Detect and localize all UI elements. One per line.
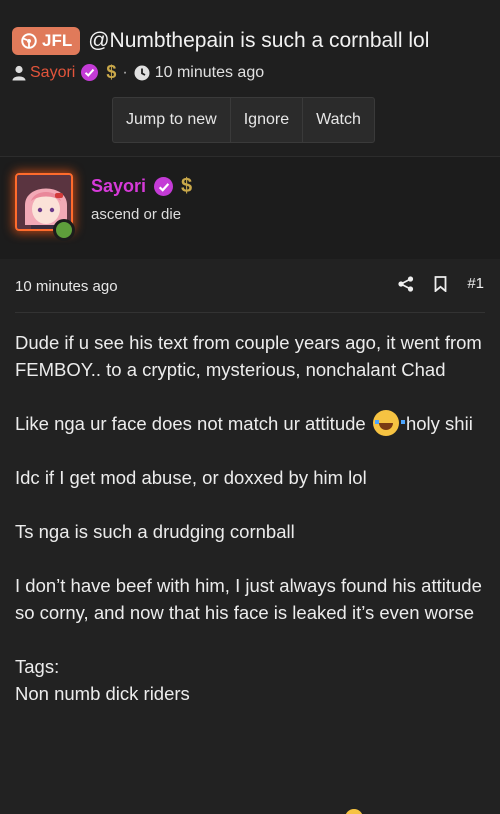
meta-separator: · bbox=[122, 63, 128, 81]
thread-title: @Numbthepain is such a cornball lol bbox=[88, 29, 430, 52]
thread-time: 10 minutes ago bbox=[154, 63, 265, 81]
share-icon[interactable] bbox=[398, 275, 414, 292]
post-paragraph-with-emoji: Like nga ur face does not match ur attit… bbox=[15, 410, 485, 437]
tears-of-joy-emoji bbox=[372, 410, 405, 436]
jump-to-new-button[interactable]: Jump to new bbox=[113, 98, 231, 142]
clock-icon bbox=[134, 65, 150, 80]
thread-prefix-label: JFL bbox=[42, 31, 73, 50]
steering-wheel-icon bbox=[21, 33, 37, 49]
post-time[interactable]: 10 minutes ago bbox=[15, 278, 118, 295]
post-paragraph: Idc if I get mod abuse, or doxxed by him… bbox=[15, 467, 367, 488]
user-title: ascend or die bbox=[91, 206, 182, 223]
post-paragraph: Ts nga is such a drudging cornball bbox=[15, 521, 295, 542]
post-username-row: Sayori $ bbox=[91, 175, 192, 198]
post-content-area: 10 minutes ago #1 Dude if u see his text… bbox=[0, 259, 500, 814]
post-user-block: Sayori $ bbox=[0, 157, 500, 259]
user-icon bbox=[12, 65, 26, 80]
ignore-button[interactable]: Ignore bbox=[231, 98, 304, 142]
thread-meta: Sayori $ · 10 minutes ago bbox=[12, 62, 264, 83]
thread-header: JFL @Numbthepain is such a cornball lol … bbox=[0, 0, 500, 156]
dollar-icon: $ bbox=[181, 175, 193, 197]
tags-label: Tags: bbox=[15, 656, 60, 677]
post-actions: #1 bbox=[398, 275, 484, 292]
post-tags: Tags: Non numb dick riders bbox=[15, 653, 485, 707]
watch-button[interactable]: Watch bbox=[303, 98, 374, 142]
thread-author-link[interactable]: Sayori bbox=[30, 64, 75, 82]
tags-value: Non numb dick riders bbox=[15, 683, 190, 704]
emoji-line-before: Like nga ur face does not match ur attit… bbox=[15, 413, 366, 434]
post-username[interactable]: Sayori bbox=[91, 176, 146, 197]
post-paragraph: Dude if u see his text from couple years… bbox=[15, 332, 482, 380]
bookmark-icon[interactable] bbox=[434, 275, 447, 292]
thread-prefix[interactable]: JFL bbox=[12, 27, 81, 55]
post-meta-divider bbox=[15, 312, 485, 313]
emoji-line-after: holy shii bbox=[405, 413, 473, 434]
thread-title-row: JFL @Numbthepain is such a cornball lol bbox=[12, 26, 429, 56]
check-badge-icon bbox=[81, 64, 99, 81]
post-paragraph: I don’t have beef with him, I just alway… bbox=[15, 575, 482, 623]
dollar-icon: $ bbox=[106, 62, 117, 82]
post-number-link[interactable]: #1 bbox=[467, 275, 484, 292]
online-indicator bbox=[53, 219, 75, 241]
post-body: Dude if u see his text from couple years… bbox=[15, 329, 485, 707]
check-badge-icon bbox=[154, 177, 174, 196]
thread-action-buttons: Jump to new Ignore Watch bbox=[112, 97, 375, 143]
